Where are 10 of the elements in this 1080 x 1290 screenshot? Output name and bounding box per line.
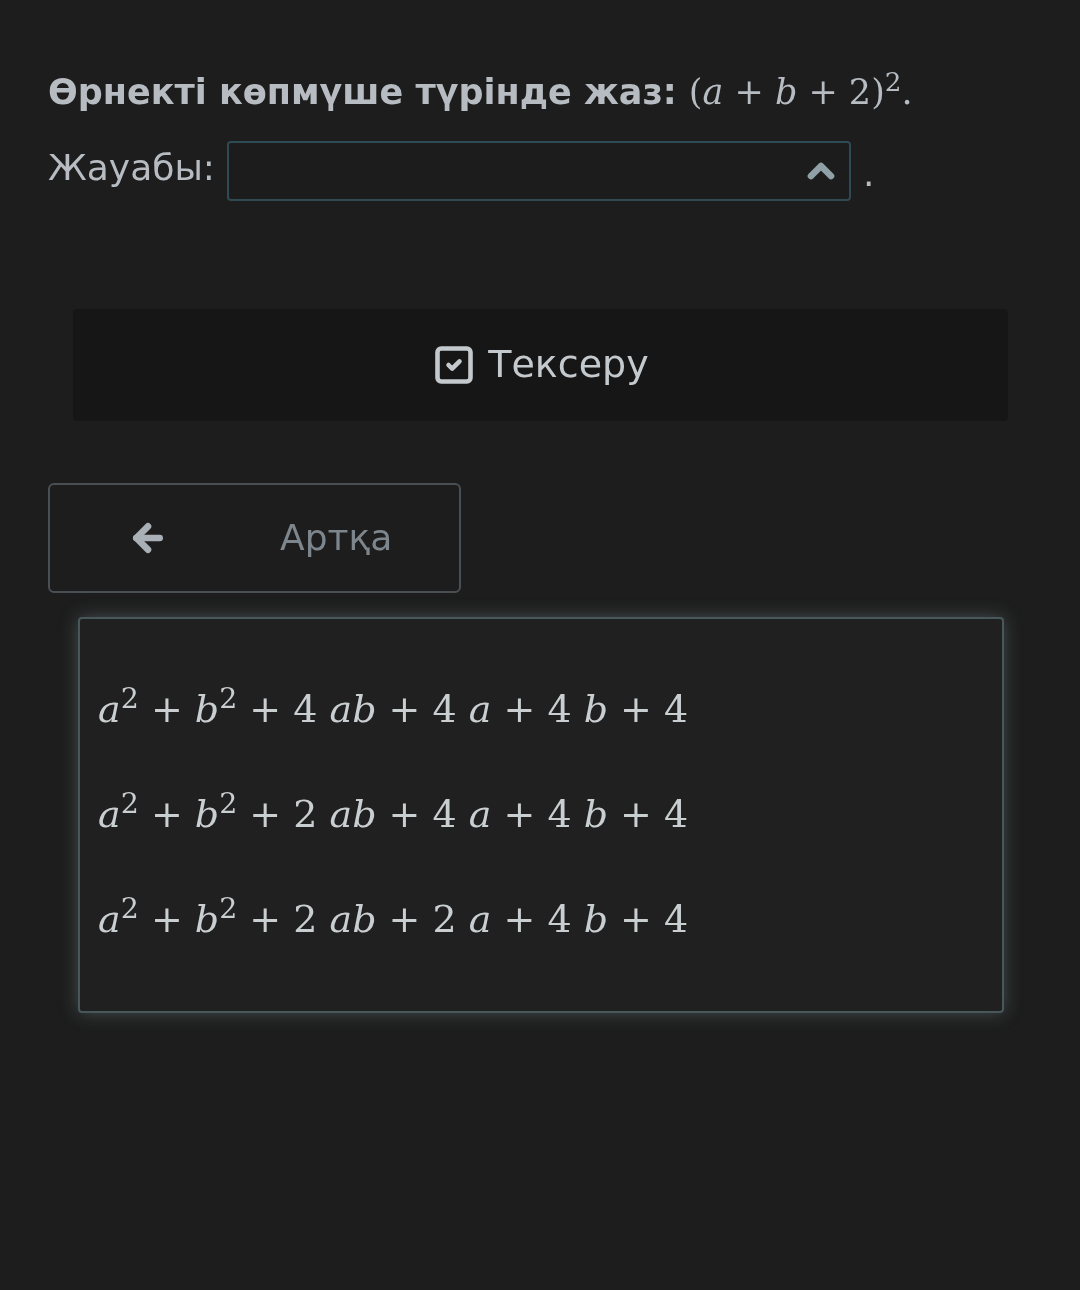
question-text: Өрнекті көпмүше түрінде жаз: [48, 71, 677, 114]
check-button[interactable]: Тексеру [73, 308, 1008, 421]
option-item[interactable]: a$^{2}$ + b$^{2}$ + 4 ab + 4 a + 4 b + 4 [94, 681, 988, 738]
option-item[interactable]: a$^{2}$ + b$^{2}$ + 2 ab + 2 a + 4 b + 4 [94, 891, 988, 948]
back-button[interactable]: Артқа [48, 482, 461, 593]
option-item[interactable]: a$^{2}$ + b$^{2}$ + 2 ab + 4 a + 4 b + 4 [94, 786, 988, 843]
period-text: . [862, 151, 875, 196]
math-expression: (a + b + 2)$^{2}$. [688, 66, 913, 114]
answer-dropdown[interactable] [226, 140, 851, 201]
answer-label: Жауабы: [48, 145, 215, 190]
